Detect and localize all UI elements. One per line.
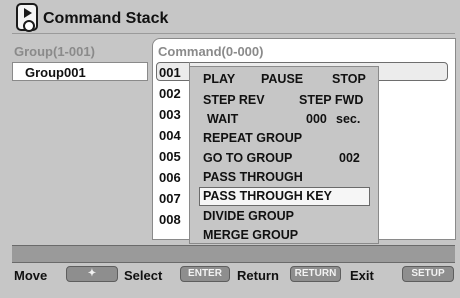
group-list-item[interactable]: Group001 (12, 62, 148, 81)
header-divider (12, 33, 455, 34)
command-row-number[interactable]: 006 (156, 168, 189, 189)
group-column-header: Group(1-001) (14, 44, 95, 59)
menu-item-pass-through-key[interactable]: PASS THROUGH KEY (203, 189, 332, 209)
wait-seconds-unit: sec. (336, 112, 361, 126)
menu-item-wait[interactable]: WAIT (207, 112, 238, 126)
command-row-number[interactable]: 007 (156, 189, 189, 210)
footer-select-label: Select (124, 268, 163, 283)
status-bar (12, 245, 455, 263)
footer-exit-label: Exit (350, 268, 374, 283)
command-row-number[interactable]: 008 (156, 210, 189, 231)
return-key-button[interactable]: RETURN (290, 266, 341, 282)
goto-group-value[interactable]: 002 (339, 151, 360, 165)
command-column-header: Command(0-000) (158, 44, 264, 59)
menu-item-stop[interactable]: STOP (332, 72, 366, 86)
menu-item-divide-group[interactable]: DIVIDE GROUP (203, 209, 294, 229)
menu-item-pause[interactable]: PAUSE (261, 72, 303, 86)
enter-key-button[interactable]: ENTER (180, 266, 230, 282)
menu-item-step-fwd[interactable]: STEP FWD (299, 93, 363, 107)
command-row-number[interactable]: 001 (156, 63, 189, 84)
disc-play-icon (16, 3, 38, 32)
page-title: Command Stack (43, 10, 169, 27)
footer-return-label: Return (237, 268, 279, 283)
menu-item-repeat-group[interactable]: REPEAT GROUP (203, 131, 302, 151)
menu-item-goto-group[interactable]: GO TO GROUP (203, 151, 292, 165)
setup-key-button[interactable]: SETUP (402, 266, 454, 282)
menu-item-step-rev[interactable]: STEP REV (203, 93, 265, 107)
wait-seconds-value[interactable]: 000 (306, 112, 327, 126)
cursor-keys-icon[interactable]: ✦ (66, 266, 118, 282)
command-row-number[interactable]: 004 (156, 126, 189, 147)
command-row-number[interactable]: 005 (156, 147, 189, 168)
command-row-number[interactable]: 002 (156, 84, 189, 105)
footer-move-label: Move (14, 268, 48, 283)
command-row-number[interactable]: 003 (156, 105, 189, 126)
menu-item-play[interactable]: PLAY (203, 72, 235, 86)
